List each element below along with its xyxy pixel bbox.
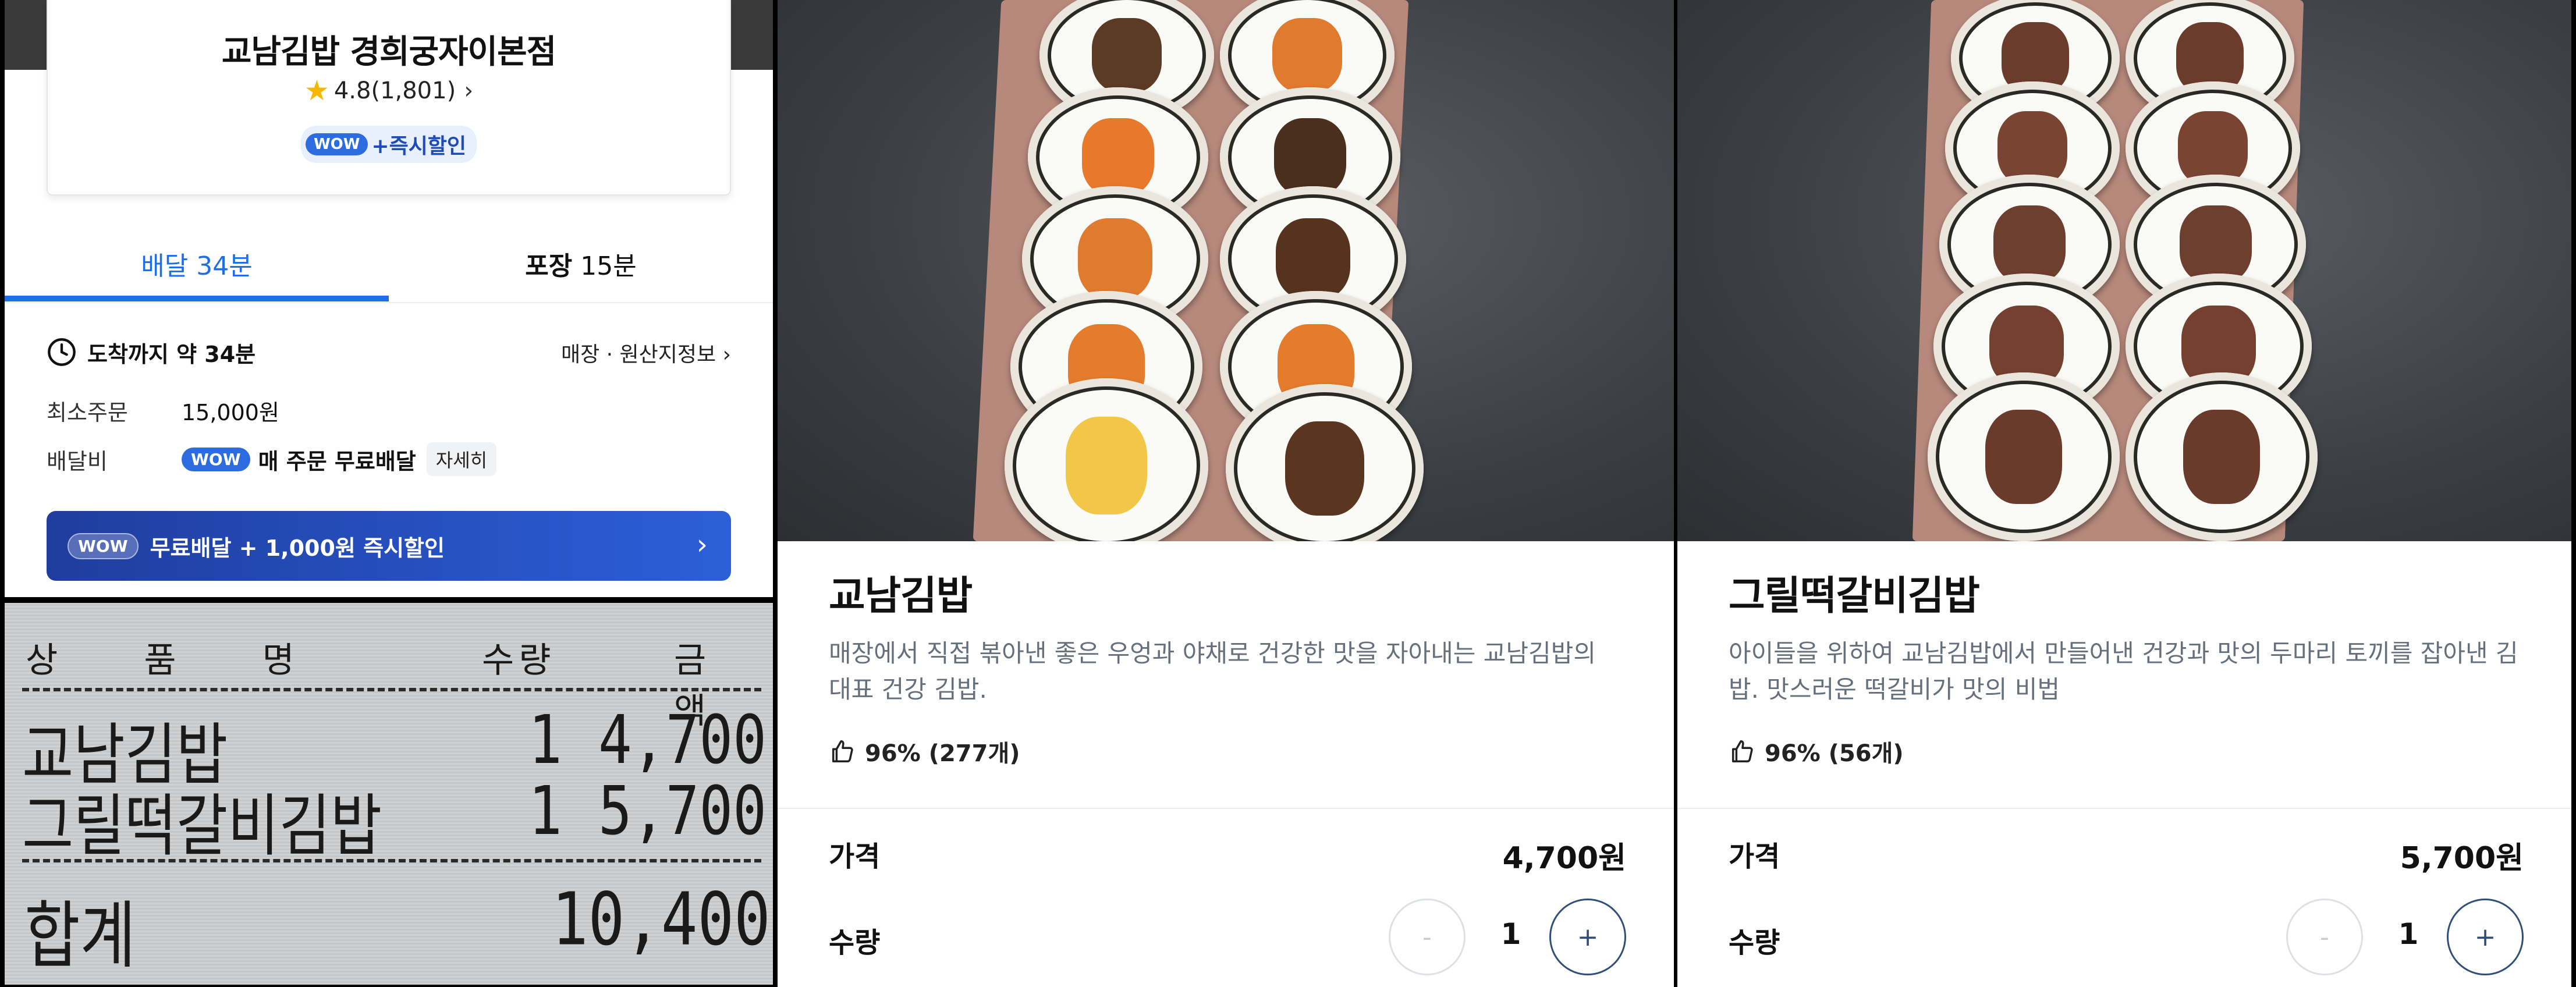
receipt-total-value: 10,400 [552,876,771,962]
product-photo [1677,0,2571,541]
tab-pickup[interactable]: 포장 15분 [389,224,773,303]
product-description: 아이들을 위하여 교남김밥에서 만들어낸 건강과 맛의 두마리 토끼를 잡아낸 … [1729,639,2518,704]
tab-delivery[interactable]: 배달 34분 [5,224,389,303]
minus-icon: - [2320,922,2329,952]
promo-text: 무료배달 + 1,000원 즉시할인 [150,535,445,561]
receipt-item-amount: 5,700 [598,772,767,850]
quantity-label: 수량 [1729,926,1780,959]
increase-quantity-button[interactable]: + [1549,899,1626,975]
receipt-photo: 상 품 명 수량 금액 교남김밥 1 4,700 그릴떡갈비김밥 1 5,700… [5,603,773,985]
eta-text: 도착까지 약 34분 [87,341,256,367]
wow-badge: WOW [182,447,250,471]
receipt-item-qty: 1 [528,701,562,779]
origin-info-label: 매장 · 원산지정보 [560,343,716,367]
price-value: 4,700원 [1502,841,1626,876]
like-rating: 96% (56개) [1729,734,1904,768]
tab-pickup-label: 포장 [525,251,573,281]
detail-button[interactable]: 자세히 [426,442,497,476]
eta-row: 도착까지 약 34분 매장 · 원산지정보 › [47,332,731,372]
divider [1677,808,2571,809]
quantity-value: 1 [1500,917,1521,951]
star-icon: ★ [304,74,329,107]
plus-icon: + [1577,922,1599,952]
product-description: 매장에서 직접 볶아낸 좋은 우엉과 야채로 건강한 맛을 자아내는 교남김밥의… [829,639,1596,704]
wow-badge: WOW [305,133,368,155]
quantity-value: 1 [2398,917,2419,951]
wow-badge: WOW [68,532,139,559]
product-title: 그릴떡갈비김밥 [1729,573,1980,619]
store-card: 교남김밥 경희궁자이본점 ★ 4.8(1,801) › WOW +즉시할인 [47,0,731,196]
product-photo [778,0,1674,541]
minus-icon: - [1422,922,1432,952]
delivery-fee-label: 배달비 [47,448,108,474]
like-percentage: 96% (277개) [865,740,1020,767]
active-tab-indicator [5,296,389,301]
tab-delivery-label: 배달 34분 [141,251,253,281]
like-percentage: 96% (56개) [1765,740,1904,767]
clock-icon [48,338,76,366]
increase-quantity-button[interactable]: + [2447,899,2524,975]
product-title: 교남김밥 [829,573,973,619]
receipt-item-qty: 1 [528,772,562,850]
decrease-quantity-button[interactable]: - [1389,899,1466,975]
receipt-header-qty: 수량 [482,640,556,681]
receipt-header-item: 상 품 명 [26,640,327,681]
store-name: 교남김밥 경희궁자이본점 [221,33,556,71]
like-rating: 96% (277개) [829,734,1020,768]
free-delivery-text: 매 주문 무료배달 [258,448,416,474]
product-card: 교남김밥 매장에서 직접 볶아낸 좋은 우엉과 야채로 건강한 맛을 자아내는 … [778,0,1674,987]
min-order-row: 최소주문 15,000원 [47,390,731,431]
receipt-item-amount: 4,700 [598,701,767,779]
price-label: 가격 [1729,840,1780,873]
plus-icon: + [2474,922,2496,952]
store-info-panel: 교남김밥 경희궁자이본점 ★ 4.8(1,801) › WOW +즉시할인 배달… [5,0,773,597]
product-card: 그릴떡갈비김밥 아이들을 위하여 교남김밥에서 만들어낸 건강과 맛의 두마리 … [1677,0,2571,987]
rating-link[interactable]: ★ 4.8(1,801) › [48,77,730,105]
chevron-right-icon: › [464,77,474,104]
decrease-quantity-button[interactable]: - [2286,899,2363,975]
wow-promo-banner[interactable]: WOW 무료배달 + 1,000원 즉시할인 › [47,511,731,581]
receipt-item-name: 그릴떡갈비김밥 [22,787,382,865]
tab-pickup-time: 15분 [572,251,637,281]
rating-value: 4.8(1,801) [333,77,456,104]
thumbs-up-icon [832,740,853,762]
min-order-value: 15,000원 [182,399,279,425]
receipt-divider [22,859,761,862]
price-label: 가격 [829,840,881,873]
wow-discount-badge: WOW +즉시할인 [300,126,477,163]
origin-info-link[interactable]: 매장 · 원산지정보 › [561,338,731,368]
receipt-total-label: 합계 [24,893,136,979]
divider [778,808,1674,809]
chevron-right-icon: › [722,343,731,367]
min-order-label: 최소주문 [47,399,128,425]
thumbs-up-icon [1731,740,1753,762]
quantity-label: 수량 [829,926,881,959]
instant-discount-label: +즉시할인 [371,134,467,158]
chevron-right-icon: › [696,528,708,561]
receipt-divider [22,688,761,691]
price-value: 5,700원 [2400,841,2524,876]
order-type-tabs: 배달 34분 포장 15분 [5,224,773,303]
collage: 교남김밥 경희궁자이본점 ★ 4.8(1,801) › WOW +즉시할인 배달… [0,0,2576,987]
delivery-fee-row: 배달비 WOW 매 주문 무료배달 자세히 [47,439,731,480]
